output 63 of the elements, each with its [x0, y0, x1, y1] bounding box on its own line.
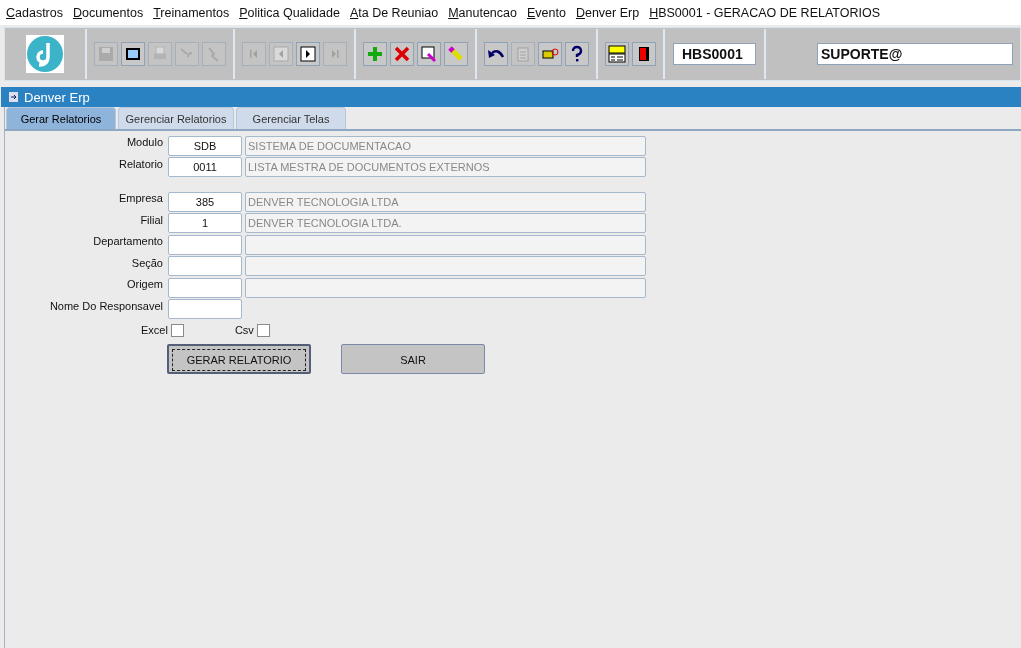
next-icon — [299, 45, 317, 63]
next-button[interactable] — [296, 42, 320, 66]
code-field[interactable] — [168, 256, 242, 277]
checkbox[interactable] — [170, 323, 184, 337]
edit-button[interactable] — [417, 42, 441, 66]
tab[interactable]: Gerar Relatorios — [6, 107, 116, 129]
previous-icon — [272, 45, 290, 63]
eraser-icon — [447, 45, 465, 63]
menu-item[interactable]: Ata De Reuniao — [349, 5, 439, 20]
delete-button[interactable] — [390, 42, 414, 66]
code-field[interactable]: SDB — [168, 135, 242, 156]
action-button[interactable]: SAIR — [341, 344, 485, 374]
description-field[interactable] — [245, 234, 646, 255]
logo-icon — [26, 35, 64, 73]
delete-icon — [393, 45, 411, 63]
code-field[interactable]: 385 — [168, 191, 242, 212]
code-field[interactable] — [168, 234, 242, 255]
code-field[interactable] — [168, 299, 242, 320]
user-field: SUPORTE@ — [817, 43, 1013, 65]
window-icon — [124, 45, 142, 63]
tab[interactable]: Gerenciar Telas — [236, 107, 346, 129]
clear-button[interactable] — [444, 42, 468, 66]
field-label: Origem — [125, 278, 164, 290]
checkbox-label: Csv — [234, 324, 254, 336]
field-label: Filial — [139, 213, 164, 226]
plus-icon — [366, 45, 384, 63]
floppy-icon — [97, 45, 115, 63]
description-field[interactable] — [245, 277, 646, 298]
menu-item[interactable]: Manutencao — [448, 5, 517, 20]
edit-icon — [420, 45, 438, 63]
form-icon — [8, 91, 20, 103]
field-label: Seção — [130, 256, 164, 269]
code-field[interactable]: 1 — [168, 213, 242, 234]
menu-item[interactable]: HBS0001 - GERACAO DE RELATORIOS — [649, 5, 881, 20]
tab[interactable]: Gerenciar Relatorios — [118, 107, 234, 129]
undo-button[interactable] — [484, 42, 508, 66]
field-label: Empresa — [117, 192, 164, 204]
window-title: Denver Erp — [24, 89, 90, 105]
code-field[interactable]: 0011 — [168, 157, 242, 178]
checkbox[interactable] — [256, 323, 270, 337]
window-button[interactable] — [121, 42, 145, 66]
menu-item[interactable]: Denver Erp — [575, 5, 640, 20]
clipboard-icon — [514, 45, 532, 63]
field-label: Modulo — [125, 136, 164, 148]
menu-icon — [608, 45, 626, 63]
field-label: Relatorio — [117, 157, 164, 170]
menu-item[interactable]: Politica Qualidade — [239, 5, 340, 20]
menu-item[interactable]: Documentos — [73, 5, 144, 20]
add-button[interactable] — [363, 42, 387, 66]
field-label: Nome Do Responsavel — [48, 299, 164, 312]
description-field[interactable] — [245, 256, 646, 277]
menu-item[interactable]: Treinamentos — [153, 5, 230, 20]
point-button[interactable] — [538, 42, 562, 66]
menu-button[interactable] — [605, 42, 629, 66]
form-code-field: HBS0001 — [673, 43, 756, 65]
exit-button[interactable] — [632, 42, 656, 66]
help-button[interactable] — [565, 42, 589, 66]
checkbox-label: Excel — [141, 324, 168, 336]
menu-item[interactable]: Evento — [527, 5, 566, 20]
menu-item[interactable]: Cadastros — [6, 5, 63, 20]
field-label: Departamento — [92, 235, 164, 247]
code-field[interactable] — [168, 277, 242, 298]
action-button[interactable]: GERAR RELATORIO — [167, 344, 311, 374]
